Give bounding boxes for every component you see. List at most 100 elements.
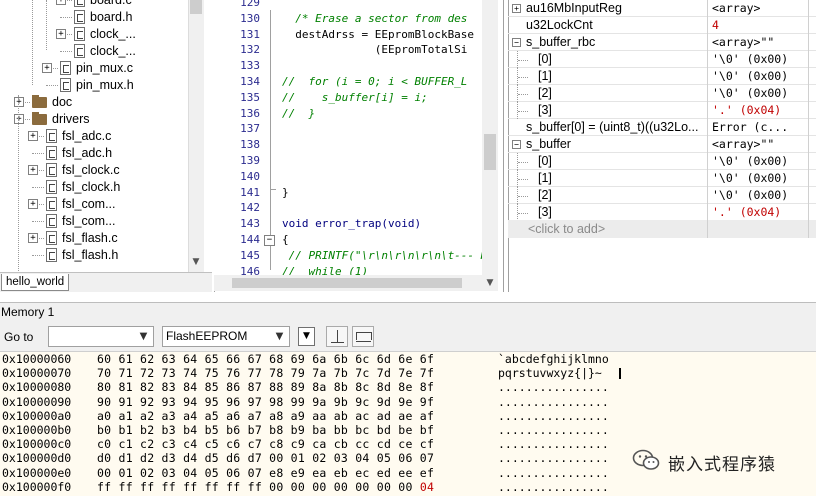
folder-icon	[32, 95, 47, 108]
editor-hscroll-thumb[interactable]	[232, 278, 462, 288]
watch-add-placeholder[interactable]: <click to add>	[528, 221, 605, 238]
expand-icon[interactable]: +	[28, 199, 38, 209]
watch-expression[interactable]: [2]	[538, 85, 552, 102]
watch-expression[interactable]: au16MbInputReg	[526, 0, 622, 17]
tree-item[interactable]: + fsl_com...	[0, 196, 188, 213]
tree-connector	[32, 255, 44, 256]
chevron-down-icon[interactable]: ▼	[134, 327, 153, 346]
code-line[interactable]: /* Erase a sector from des	[282, 12, 467, 25]
memory-bytes[interactable]: 90 91 92 93 94 95 96 97 98 99 9a 9b 9c 9…	[97, 395, 434, 409]
code-line[interactable]: // s_buffer[i] = i;	[282, 91, 428, 104]
code-line[interactable]: // }	[282, 107, 315, 120]
memory-ascii[interactable]: `abcdefghijklmno	[498, 352, 609, 366]
watch-expression[interactable]: [1]	[538, 68, 552, 85]
expand-icon[interactable]: +	[28, 131, 38, 141]
watch-expression[interactable]: [3]	[538, 204, 552, 221]
memory-bytes[interactable]: a0 a1 a2 a3 a4 a5 a6 a7 a8 a9 aa ab ac a…	[97, 409, 434, 423]
memory-bytes[interactable]: 70 71 72 73 74 75 76 77 78 79 7a 7b 7c 7…	[97, 366, 434, 380]
code-line[interactable]: }	[282, 186, 289, 199]
memory-ascii[interactable]: ................	[498, 451, 609, 465]
tree-item[interactable]: clock_...	[0, 43, 188, 60]
tree-item[interactable]: + fsl_flash.c	[0, 230, 188, 247]
chevron-down-icon[interactable]: ▼	[188, 254, 204, 270]
expand-icon[interactable]: +	[512, 4, 521, 13]
watch-value: <array>	[712, 1, 761, 15]
tree-item[interactable]: fsl_flash.h	[0, 247, 188, 264]
watch-guide	[517, 153, 518, 170]
tree-scroll-thumb[interactable]	[190, 0, 202, 14]
tree-item[interactable]: + board.c	[0, 0, 188, 9]
tree-item-label: pin_mux.c	[76, 61, 133, 75]
expand-icon[interactable]: +	[28, 233, 38, 243]
line-number: 141	[240, 186, 260, 199]
tree-item[interactable]: + pin_mux.c	[0, 60, 188, 77]
expand-icon[interactable]: +	[56, 0, 66, 5]
memory-ascii[interactable]: pqrstuvwxyz{|}~	[498, 366, 602, 380]
expand-icon[interactable]: +	[14, 114, 24, 124]
code-line[interactable]: destAdrss = EEpromBlockBase	[282, 28, 474, 41]
expand-icon[interactable]: +	[14, 97, 24, 107]
watch-expression[interactable]: s_buffer[0] = (uint8_t)((u32Lo...	[526, 119, 698, 136]
chevron-down-icon[interactable]: ▼	[270, 327, 289, 346]
tree-item[interactable]: + fsl_clock.c	[0, 162, 188, 179]
tree-item[interactable]: + doc	[0, 94, 188, 111]
tree-item[interactable]: + clock_...	[0, 26, 188, 43]
file-icon	[60, 78, 71, 92]
memory-changed-byte: 04	[419, 480, 435, 494]
tab-hello-world[interactable]: hello_world	[1, 274, 70, 291]
tree-item[interactable]: fsl_clock.h	[0, 179, 188, 196]
tree-item[interactable]: fsl_adc.h	[0, 145, 188, 162]
expand-icon[interactable]: +	[42, 63, 52, 73]
file-icon	[46, 214, 57, 228]
memory-bytes[interactable]: d0 d1 d2 d3 d4 d5 d6 d7 00 01 02 03 04 0…	[97, 451, 434, 465]
memory-bytes[interactable]: b0 b1 b2 b3 b4 b5 b6 b7 b8 b9 ba bb bc b…	[97, 423, 434, 437]
watch-value: '\0' (0x00)	[712, 52, 789, 66]
memory-live-update-button[interactable]	[352, 326, 374, 347]
tree-item[interactable]: pin_mux.h	[0, 77, 188, 94]
memory-ascii[interactable]: ................	[498, 466, 609, 480]
tree-item[interactable]: + fsl_adc.c	[0, 128, 188, 145]
watch-expression[interactable]: [1]	[538, 170, 552, 187]
memory-ascii[interactable]: ................	[498, 395, 609, 409]
watch-expression[interactable]: [2]	[538, 187, 552, 204]
memory-bytes[interactable]: ff ff ff ff ff ff ff ff 00 00 00 00 00 0…	[97, 480, 434, 494]
watch-column-divider[interactable]	[707, 0, 708, 238]
code-line[interactable]: {	[282, 233, 289, 246]
memory-ascii[interactable]: ................	[498, 480, 609, 494]
tree-scrollbar[interactable]	[188, 0, 204, 272]
watch-expression[interactable]: s_buffer	[526, 136, 571, 153]
memory-ascii[interactable]: ................	[498, 423, 609, 437]
memory-format-button[interactable]: ▼	[298, 327, 315, 346]
chevron-down-icon[interactable]: ▼	[482, 275, 498, 291]
watch-expression[interactable]: [0]	[538, 153, 552, 170]
tree-item[interactable]: board.h	[0, 9, 188, 26]
memory-bytes[interactable]: 80 81 82 83 84 85 86 87 88 89 8a 8b 8c 8…	[97, 380, 434, 394]
code-line[interactable]: void error_trap(void)	[282, 217, 421, 230]
watch-expression[interactable]: [0]	[538, 51, 552, 68]
tree-item[interactable]: + drivers	[0, 111, 188, 128]
code-line[interactable]: // for (i = 0; i < BUFFER_L	[282, 75, 467, 88]
tree-item[interactable]: fsl_com...	[0, 213, 188, 230]
memory-bytes-text: 00 01 02 03 04 05 06 07 e8 e9 ea eb ec e…	[97, 466, 435, 480]
expand-icon[interactable]: +	[28, 165, 38, 175]
editor-scroll-thumb[interactable]	[484, 134, 496, 170]
file-icon	[46, 248, 57, 262]
memory-bytes[interactable]: 60 61 62 63 64 65 66 67 68 69 6a 6b 6c 6…	[97, 352, 434, 366]
memory-ascii[interactable]: ................	[498, 437, 609, 451]
collapse-icon[interactable]: −	[512, 140, 521, 149]
watch-expression[interactable]: u32LockCnt	[526, 17, 593, 34]
watch-expression[interactable]: s_buffer_rbc	[526, 34, 595, 51]
memory-address-button[interactable]	[326, 326, 348, 347]
code-line[interactable]: // PRINTF("\r\n\r\n\r\n\t--- H	[282, 249, 488, 262]
collapse-icon[interactable]: −	[512, 38, 521, 47]
memory-ascii[interactable]: ................	[498, 409, 609, 423]
watch-column-divider-2[interactable]	[808, 0, 809, 238]
memory-bytes[interactable]: 00 01 02 03 04 05 06 07 e8 e9 ea eb ec e…	[97, 466, 434, 480]
code-line[interactable]: (EEpromTotalSi	[282, 43, 468, 56]
expand-icon[interactable]: +	[56, 29, 66, 39]
watch-value: <array>""	[712, 35, 775, 49]
memory-ascii[interactable]: ................	[498, 380, 609, 394]
fold-toggle-icon[interactable]: −	[264, 235, 275, 246]
watch-expression[interactable]: [3]	[538, 102, 552, 119]
memory-bytes[interactable]: c0 c1 c2 c3 c4 c5 c6 c7 c8 c9 ca cb cc c…	[97, 437, 434, 451]
